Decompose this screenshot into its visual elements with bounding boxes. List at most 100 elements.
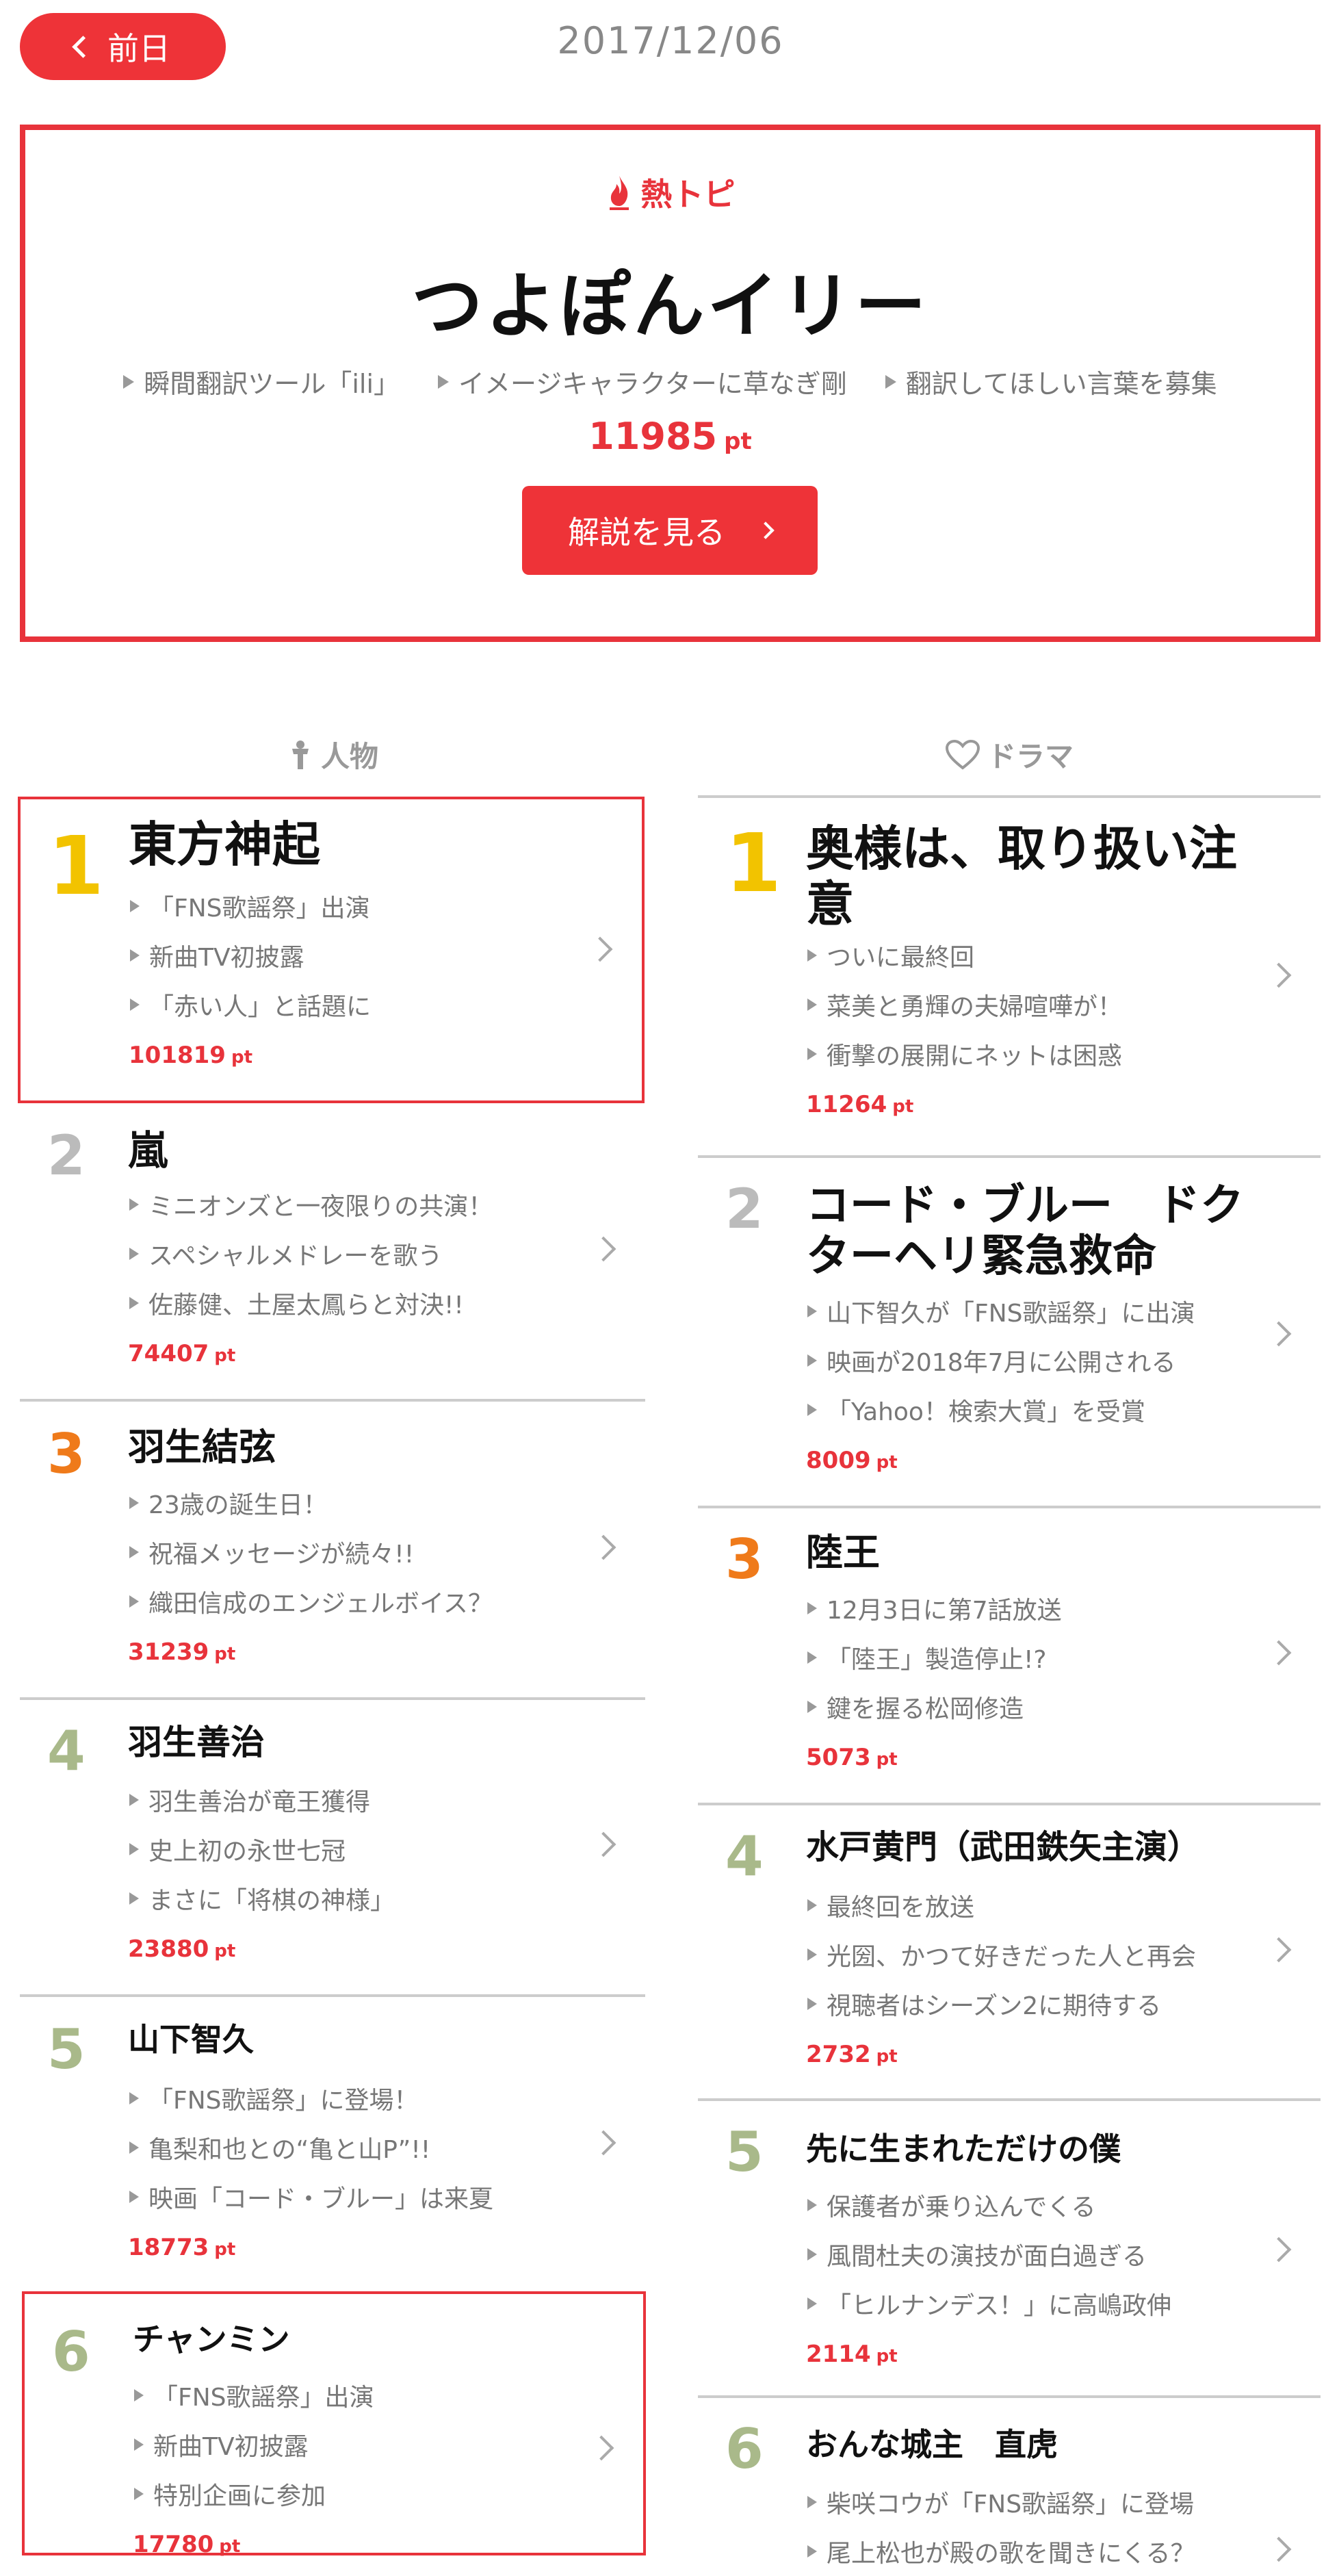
chevron-right-icon bbox=[1266, 962, 1292, 988]
ranking-score: 2114 pt bbox=[806, 2341, 898, 2368]
ranking-title: 奥様は、取り扱い注意 bbox=[806, 821, 1237, 932]
view-explanation-label: 解説を見る bbox=[568, 514, 725, 551]
prev-day-button[interactable]: 前日 bbox=[20, 13, 226, 80]
ranking-bullet: スペシャルメドレーを歌う bbox=[129, 1229, 493, 1278]
play-arrow-icon bbox=[130, 949, 140, 962]
play-arrow-icon bbox=[130, 900, 140, 912]
play-arrow-icon bbox=[807, 1305, 817, 1317]
play-arrow-icon bbox=[134, 2438, 144, 2451]
hot-topic-label: 熱トピ bbox=[25, 170, 1315, 215]
play-arrow-icon bbox=[807, 1048, 817, 1060]
ranking-item[interactable]: 5 先に生まれただけの僕 保護者が乗り込んでくる 風間杜夫の演技が面白過ぎる 「ヒルナン… bbox=[698, 2100, 1321, 2395]
ranking-score: 2732 pt bbox=[806, 2041, 898, 2068]
ranking-title: 羽生結弦 bbox=[128, 1426, 276, 1469]
people-heading-text: 人物 bbox=[320, 740, 378, 773]
ranking-bullets: 「FNS歌謡祭」出演 新曲TV初披露 「赤い人」と話題に bbox=[130, 881, 371, 1029]
ranking-bullet: 保護者が乗り込んでくる bbox=[807, 2180, 1171, 2230]
play-arrow-icon bbox=[807, 2297, 817, 2310]
rank-number: 5 bbox=[725, 2120, 764, 2184]
play-arrow-icon bbox=[807, 1651, 817, 1664]
chevron-right-icon bbox=[1266, 2536, 1292, 2562]
ranking-item[interactable]: 4 水戸黄門（武田鉄矢主演） 最終回を放送 光圀、かつて好きだった人と再会 視聴者はシー… bbox=[698, 1804, 1321, 2100]
ranking-bullet: 光圀、かつて好きだった人と再会 bbox=[807, 1930, 1196, 1979]
play-arrow-icon bbox=[807, 1701, 817, 1713]
prev-day-label: 前日 bbox=[107, 30, 170, 67]
play-arrow-icon bbox=[807, 1899, 817, 1911]
rank-number: 5 bbox=[47, 2018, 86, 2081]
ranking-title: 陸王 bbox=[806, 1531, 880, 1574]
play-arrow-icon bbox=[129, 1843, 139, 1855]
view-explanation-button[interactable]: 解説を見る bbox=[522, 486, 818, 575]
ranking-item[interactable]: 3 陸王 12月3日に第7話放送 「陸王」製造停止!? 鍵を握る松岡修造 5073 pt bbox=[698, 1507, 1321, 1804]
rank-number: 2 bbox=[725, 1177, 764, 1241]
ranking-bullet: 「陸王」製造停止!? bbox=[807, 1633, 1062, 1682]
ranking-bullet: 最終回を放送 bbox=[807, 1881, 1196, 1930]
play-arrow-icon bbox=[807, 2199, 817, 2211]
ranking-bullets: 山下智久が「FNS歌謡祭」に出演 映画が2018年7月に公開される 「Yahoo！検… bbox=[807, 1287, 1195, 1434]
ranking-bullet: ミニオンズと一夜限りの共演！ bbox=[129, 1180, 493, 1229]
chevron-right-icon bbox=[590, 2130, 616, 2156]
ranking-bullets: 柴咲コウが「FNS歌謡祭」に登場 尾上松也が殿の歌を聞きにくる？ bbox=[807, 2477, 1195, 2576]
ranking-item[interactable]: 1 東方神起 「FNS歌謡祭」出演 新曲TV初披露 「赤い人」と話題に 101819 pt bbox=[18, 797, 645, 1103]
ranking-bullet: 尾上松也が殿の歌を聞きにくる？ bbox=[807, 2527, 1195, 2576]
play-arrow-icon bbox=[129, 1892, 139, 1905]
ranking-title: 嵐 bbox=[128, 1127, 168, 1174]
ranking-score: 8009 pt bbox=[806, 1447, 898, 1474]
chevron-right-icon bbox=[1266, 1321, 1292, 1347]
rank-number: 2 bbox=[47, 1124, 86, 1187]
ranking-item[interactable]: 2 嵐ミニオンズと一夜限りの共演！ スペシャルメドレーを歌う 佐藤健、土屋太鳳らと対決… bbox=[20, 1103, 645, 1400]
ranking-item[interactable]: 2 コード・ブルー ドクターヘリ緊急救命 山下智久が「FNS歌謡祭」に出演 映画が20… bbox=[698, 1157, 1321, 1507]
hot-topic-card: 熱トピ つよぽんイリー 瞬間翻訳ツール「ili」 イメージキャラクターに草なぎ剛… bbox=[20, 125, 1321, 642]
ranking-bullets: ミニオンズと一夜限りの共演！ スペシャルメドレーを歌う 佐藤健、土屋太鳳らと対決!! bbox=[129, 1180, 493, 1328]
ranking-bullet: 「Yahoo！検索大賞」を受賞 bbox=[807, 1385, 1195, 1434]
ranking-bullets: 「FNS歌謡祭」出演 新曲TV初披露 特別企画に参加 bbox=[134, 2371, 374, 2519]
ranking-bullet: まさに「将棋の神様」 bbox=[129, 1874, 395, 1923]
ranking-title: おんな城主 直虎 bbox=[806, 2426, 1058, 2463]
current-date: 2017/12/06 bbox=[557, 19, 784, 62]
ranking-score: 18773 pt bbox=[128, 2234, 236, 2261]
ranking-title: 水戸黄門（武田鉄矢主演） bbox=[806, 1828, 1201, 1866]
chevron-right-icon bbox=[587, 936, 613, 962]
play-arrow-icon bbox=[129, 1497, 139, 1509]
play-arrow-icon bbox=[807, 1404, 817, 1416]
rank-number: 1 bbox=[48, 819, 105, 913]
ranking-bullets: 羽生善治が竜王獲得 史上初の永世七冠 まさに「将棋の神様」 bbox=[129, 1775, 395, 1923]
play-arrow-icon bbox=[807, 1998, 817, 2010]
ranking-bullet: 風間杜夫の演技が面白過ぎる bbox=[807, 2230, 1171, 2279]
chevron-right-icon bbox=[590, 1236, 616, 1262]
ranking-bullet: 佐藤健、土屋太鳳らと対決!! bbox=[129, 1278, 493, 1328]
ranking-item[interactable]: 5 山下智久 「FNS歌謡祭」に登場！ 亀梨和也との“亀と山P”!! 映画「コード・ブル… bbox=[20, 1997, 645, 2291]
play-arrow-icon bbox=[129, 1297, 139, 1309]
ranking-item[interactable]: 3 羽生結弦 23歳の誕生日！ 祝福メッセージが続々!! 織田信成のエンジェルボイス？ 3… bbox=[20, 1402, 645, 1699]
play-arrow-icon bbox=[129, 1595, 139, 1608]
ranking-item[interactable]: 6 チャンミン 「FNS歌謡祭」出演 新曲TV初披露 特別企画に参加 17780 pt bbox=[22, 2291, 646, 2558]
ranking-bullet: 特別企画に参加 bbox=[134, 2469, 374, 2519]
play-arrow-icon bbox=[130, 999, 140, 1011]
ranking-bullet: 12月3日に第7話放送 bbox=[807, 1584, 1062, 1633]
hot-topic-point: 瞬間翻訳ツール「ili」 bbox=[123, 363, 400, 400]
play-arrow-icon bbox=[438, 374, 450, 389]
ranking-bullet: 羽生善治が竜王獲得 bbox=[129, 1775, 395, 1825]
ranking-item[interactable]: 4 羽生善治 羽生善治が竜王獲得 史上初の永世七冠 まさに「将棋の神様」 23880 pt bbox=[20, 1699, 645, 1996]
ranking-bullet: 菜美と勇輝の夫婦喧嘩が！ bbox=[807, 980, 1122, 1029]
ranking-title: 先に生まれただけの僕 bbox=[806, 2130, 1121, 2167]
play-arrow-icon bbox=[807, 2496, 817, 2508]
ranking-bullets: ついに最終回 菜美と勇輝の夫婦喧嘩が！ 衝撃の展開にネットは困惑 bbox=[807, 931, 1122, 1079]
chevron-left-icon bbox=[72, 35, 94, 58]
ranking-item[interactable]: 6 おんな城主 直虎 柴咲コウが「FNS歌謡祭」に登場 尾上松也が殿の歌を聞きにくる？ bbox=[698, 2397, 1321, 2568]
ranking-bullet: 映画が2018年7月に公開される bbox=[807, 1336, 1195, 1385]
play-arrow-icon bbox=[129, 1248, 139, 1260]
rank-number: 3 bbox=[725, 1528, 764, 1591]
ranking-bullet: 視聴者はシーズン2に期待する bbox=[807, 1979, 1196, 2028]
rank-number: 6 bbox=[725, 2417, 764, 2481]
rank-number: 6 bbox=[52, 2320, 90, 2384]
ranking-bullets: 12月3日に第7話放送 「陸王」製造停止!? 鍵を握る松岡修造 bbox=[807, 1584, 1062, 1731]
ranking-bullet: ついに最終回 bbox=[807, 931, 1122, 980]
play-arrow-icon bbox=[129, 2141, 139, 2154]
ranking-bullet: 山下智久が「FNS歌謡祭」に出演 bbox=[807, 1287, 1195, 1336]
rank-number: 1 bbox=[725, 816, 782, 910]
ranking-bullet: 新曲TV初披露 bbox=[130, 931, 371, 980]
ranking-bullet: 「赤い人」と話題に bbox=[130, 980, 371, 1029]
ranking-item[interactable]: 1 奥様は、取り扱い注意 ついに最終回 菜美と勇輝の夫婦喧嘩が！ 衝撃の展開にネットは困… bbox=[698, 797, 1321, 1157]
ranking-bullets: 23歳の誕生日！ 祝福メッセージが続々!! 織田信成のエンジェルボイス？ bbox=[129, 1478, 493, 1626]
